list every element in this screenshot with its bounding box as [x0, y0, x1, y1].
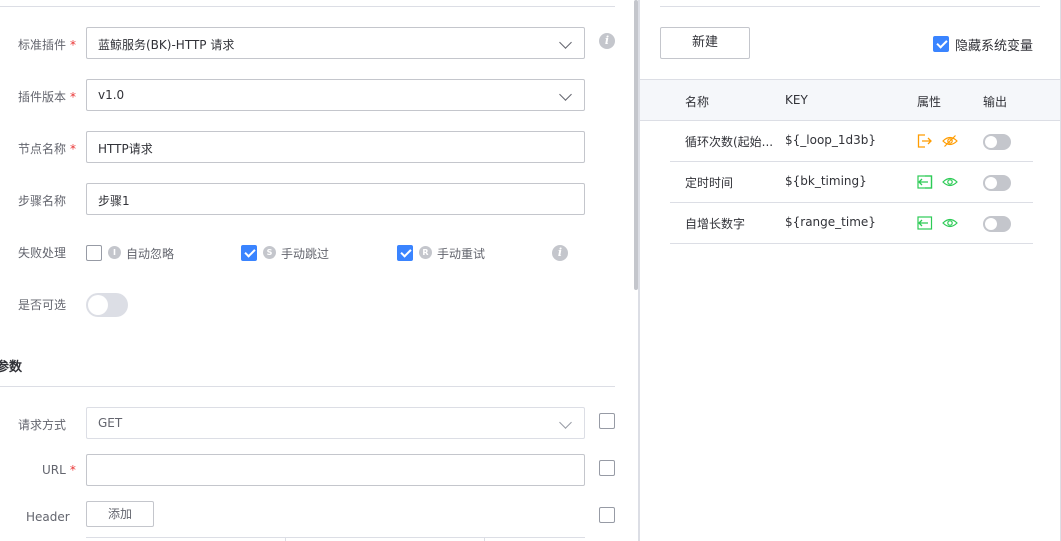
top-divider: [660, 6, 1040, 7]
node-name-label-text: 节点名称: [18, 142, 67, 156]
variable-key: ${range_time}: [785, 215, 876, 229]
info-icon[interactable]: i: [552, 245, 568, 261]
step-name-label: 步骤名称: [18, 194, 67, 208]
plugin-select[interactable]: 蓝鲸服务(BK)-HTTP 请求: [86, 27, 585, 59]
manual-retry-checkbox[interactable]: [397, 245, 413, 261]
chevron-down-icon: [559, 416, 572, 429]
header-table-col-divider: [285, 537, 286, 541]
info-icon[interactable]: i: [599, 33, 615, 49]
url-label: URL *: [42, 463, 76, 477]
variable-name: 自增长数字: [685, 217, 746, 231]
header-label: Header: [26, 510, 70, 524]
input-source-icon: [917, 175, 933, 189]
variable-name: 循环次数(起始...: [685, 135, 774, 149]
step-name-input[interactable]: 步骤1: [86, 183, 585, 215]
header-table-col-divider: [484, 537, 485, 541]
url-hook-checkbox[interactable]: [599, 460, 615, 476]
version-select-value: v1.0: [98, 88, 125, 102]
failure-label: 失败处理: [18, 246, 67, 260]
output-source-icon: [917, 134, 932, 148]
optional-label: 是否可选: [18, 298, 67, 312]
eye-icon[interactable]: [942, 175, 958, 189]
version-label-text: 插件版本: [18, 90, 67, 104]
output-switch[interactable]: [983, 216, 1011, 232]
method-select[interactable]: GET: [86, 407, 585, 439]
column-output: 输出: [983, 95, 1008, 109]
url-input[interactable]: [86, 454, 585, 486]
eye-icon[interactable]: [942, 216, 958, 230]
manual-retry-label: 手动重试: [437, 247, 486, 261]
method-select-value: GET: [98, 416, 123, 430]
required-mark: *: [70, 38, 77, 52]
variable-key: ${_loop_1d3b}: [785, 133, 877, 147]
hide-system-checkbox[interactable]: [933, 36, 949, 52]
table-row[interactable]: 定时时间 ${bk_timing}: [670, 162, 1033, 203]
required-mark: *: [70, 90, 77, 104]
plugin-label: 标准插件 *: [18, 36, 76, 53]
table-row[interactable]: 循环次数(起始... ${_loop_1d3b}: [670, 121, 1033, 162]
params-section-title: 参数: [0, 360, 23, 375]
method-label: 请求方式: [18, 418, 67, 432]
variables-table-header: 名称 KEY 属性 输出: [640, 79, 1061, 121]
params-divider: [0, 386, 615, 387]
skip-badge-icon: S: [263, 246, 276, 259]
auto-ignore-checkbox[interactable]: [86, 245, 102, 261]
eye-hidden-icon[interactable]: [942, 134, 958, 148]
table-row[interactable]: 自增长数字 ${range_time}: [670, 203, 1033, 244]
variable-key: ${bk_timing}: [785, 174, 867, 188]
ignore-badge-icon: I: [108, 246, 121, 259]
chevron-down-icon: [559, 36, 572, 49]
top-divider: [0, 6, 615, 7]
retry-badge-icon: R: [419, 246, 432, 259]
optional-switch[interactable]: [86, 293, 128, 317]
method-hook-checkbox[interactable]: [599, 413, 615, 429]
node-name-value: HTTP请求: [98, 142, 153, 156]
header-hook-checkbox[interactable]: [599, 507, 615, 523]
version-label: 插件版本 *: [18, 88, 76, 105]
column-attributes: 属性: [917, 95, 942, 109]
version-select[interactable]: v1.0: [86, 79, 585, 111]
variable-name: 定时时间: [685, 176, 734, 190]
node-config-panel: 标准插件 * 蓝鲸服务(BK)-HTTP 请求 i 插件版本 * v1.0 节点名称…: [0, 0, 636, 541]
column-name: 名称: [685, 95, 710, 109]
column-key: KEY: [785, 93, 808, 107]
step-name-value: 步骤1: [98, 194, 130, 208]
required-mark: *: [69, 463, 76, 477]
manual-skip-checkbox[interactable]: [241, 245, 257, 261]
variables-panel: 新建 隐藏系统变量 名称 KEY 属性 输出 循环次数(起始... ${_loo…: [640, 0, 1061, 541]
add-header-button[interactable]: 添加: [86, 501, 154, 527]
header-table-top: [86, 537, 585, 538]
output-switch[interactable]: [983, 134, 1011, 150]
output-switch[interactable]: [983, 175, 1011, 191]
required-mark: *: [70, 142, 77, 156]
plugin-select-value: 蓝鲸服务(BK)-HTTP 请求: [98, 38, 235, 52]
chevron-down-icon: [559, 88, 572, 101]
auto-ignore-label: 自动忽略: [126, 247, 175, 261]
new-variable-button[interactable]: 新建: [660, 27, 750, 59]
hide-system-label: 隐藏系统变量: [955, 39, 1034, 54]
manual-skip-label: 手动跳过: [281, 247, 330, 261]
plugin-label-text: 标准插件: [18, 38, 67, 52]
node-name-label: 节点名称 *: [18, 140, 76, 157]
url-label-text: URL: [42, 463, 66, 477]
node-name-input[interactable]: HTTP请求: [86, 131, 585, 163]
input-source-icon: [917, 216, 933, 230]
